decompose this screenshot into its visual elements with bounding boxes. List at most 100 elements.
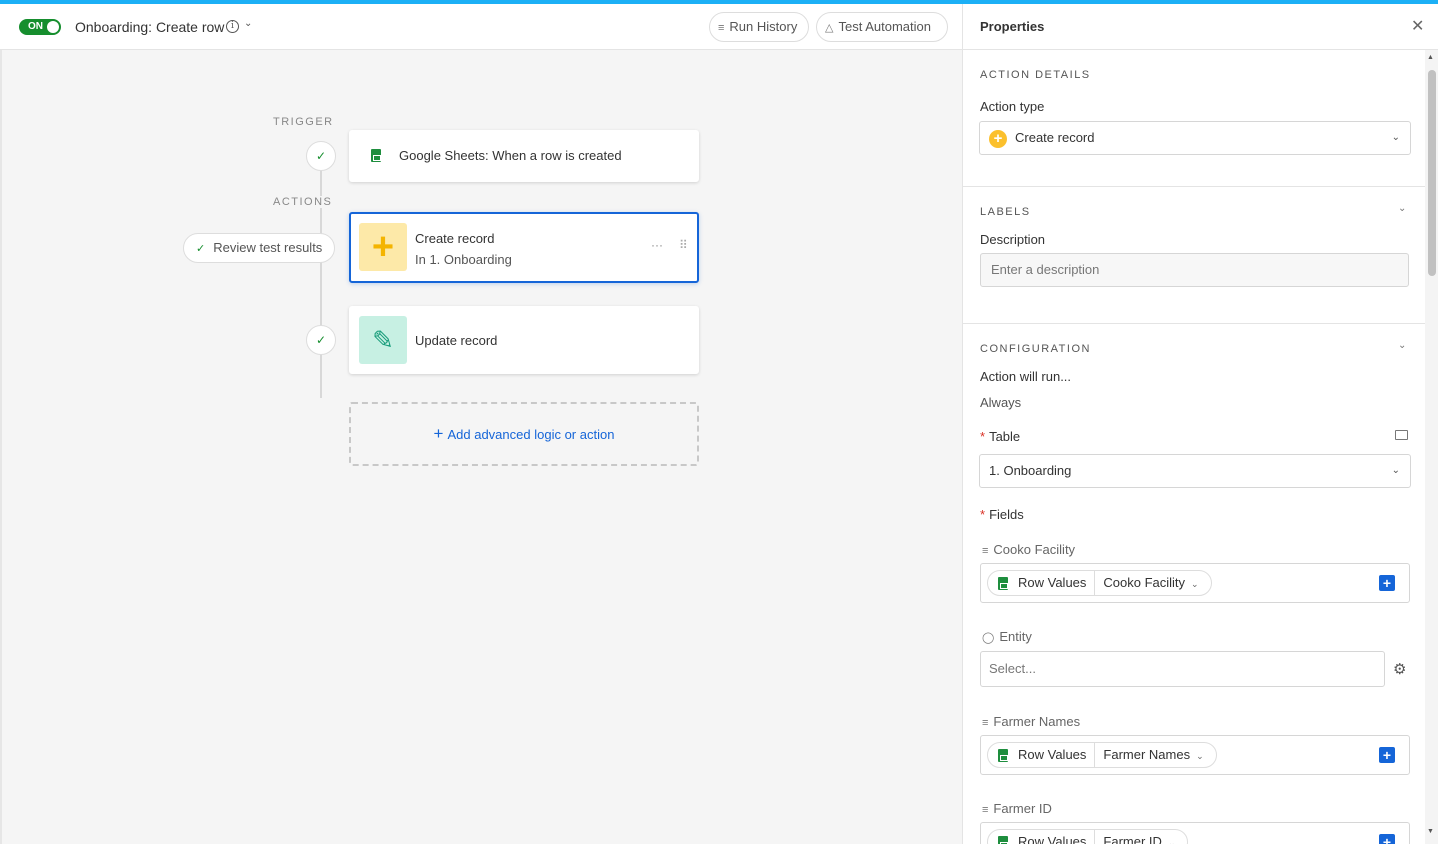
open-table-icon[interactable] <box>1395 430 1408 440</box>
scroll-down-arrow-icon[interactable]: ▼ <box>1427 828 1434 835</box>
google-sheets-icon <box>998 836 1008 844</box>
update-record-tile: ✎ <box>359 316 407 364</box>
table-label-text: Table <box>989 429 1021 444</box>
panel-title: Properties <box>980 19 1045 34</box>
divider <box>963 186 1425 187</box>
add-data-button[interactable]: + <box>1379 834 1395 844</box>
scroll-up-arrow-icon[interactable]: ▲ <box>1427 54 1434 61</box>
google-sheets-icon <box>998 749 1008 763</box>
field-label-farmer-id: ≡ Farmer ID <box>982 801 1052 816</box>
chevron-down-icon[interactable]: ⌄ <box>244 18 252 29</box>
field-label-farmer-names: ≡ Farmer Names <box>982 714 1080 729</box>
field-input-cooko-facility[interactable]: Row Values Cooko Facility ⌄ + <box>980 563 1410 603</box>
configuration-section-title: CONFIGURATION <box>980 343 1091 355</box>
divider <box>963 323 1425 324</box>
add-logic-label: Add advanced logic or action <box>447 427 615 442</box>
trigger-card[interactable]: Google Sheets: When a row is created <box>349 130 699 182</box>
google-sheets-icon <box>998 577 1008 591</box>
trigger-section-label: TRIGGER <box>273 116 334 128</box>
toggle-knob <box>47 21 59 33</box>
properties-panel: Properties ✕ ▲ ▼ ACTION DETAILS Action t… <box>962 4 1438 844</box>
pill-column: Farmer ID <box>1103 834 1162 844</box>
trigger-card-title: Google Sheets: When a row is created <box>399 148 622 163</box>
description-input[interactable]: Enter a description <box>980 253 1409 287</box>
test-automation-button[interactable]: △ Test Automation <box>816 12 948 42</box>
action-details-section-title: ACTION DETAILS <box>980 69 1091 81</box>
pill-column: Cooko Facility <box>1103 575 1186 590</box>
entity-select[interactable]: Select... <box>980 651 1385 687</box>
table-label: * Table <box>980 429 1021 444</box>
data-pill[interactable]: Row Values Farmer ID ⌄ <box>987 829 1189 844</box>
list-icon: ≡ <box>718 22 725 34</box>
automation-on-toggle[interactable]: ON <box>19 19 61 35</box>
automation-title[interactable]: Onboarding: Create row <box>75 19 224 35</box>
field-input-farmer-id[interactable]: Row Values Farmer ID ⌄ + <box>980 822 1410 844</box>
automation-header: ON Onboarding: Create row i ⌄ ≡ Run Histo… <box>0 4 962 50</box>
more-options-icon[interactable]: ··· <box>651 238 663 252</box>
review-test-results-button[interactable]: ✓ Review test results <box>183 233 335 263</box>
run-history-label: Run History <box>729 19 798 34</box>
actions-section-label: ACTIONS <box>271 196 335 208</box>
plus-circle-icon: + <box>989 129 1007 148</box>
add-logic-or-action-button[interactable]: + Add advanced logic or action <box>349 402 699 466</box>
create-record-title: Create record <box>415 231 495 246</box>
action-run-label: Action will run... <box>980 369 1072 384</box>
flask-icon: △ <box>825 22 834 34</box>
scroll-thumb[interactable] <box>1428 70 1436 276</box>
create-record-tile: + <box>359 223 407 271</box>
table-value: 1. Onboarding <box>989 463 1072 478</box>
chevron-down-icon: ⌄ <box>1196 751 1204 761</box>
pill-source: Row Values <box>1018 575 1087 590</box>
description-label: Description <box>980 232 1046 247</box>
text-field-icon: ≡ <box>982 545 989 557</box>
google-sheets-icon <box>371 149 381 162</box>
field-label-cooko-facility: ≡ Cooko Facility <box>982 542 1075 557</box>
update-record-title: Update record <box>415 333 498 348</box>
drag-handle-icon[interactable]: ⠿ <box>679 238 688 252</box>
fields-label: * Fields <box>980 507 1024 522</box>
fields-label-text: Fields <box>989 507 1024 522</box>
gear-icon[interactable]: ⚙ <box>1393 660 1406 678</box>
pill-source: Row Values <box>1018 747 1087 762</box>
info-icon[interactable]: i <box>226 20 239 33</box>
table-select[interactable]: 1. Onboarding ⌄ <box>979 454 1411 488</box>
chevron-down-icon: ⌄ <box>1391 132 1400 143</box>
review-test-results-label: Review test results <box>213 240 323 255</box>
field-name: Entity <box>999 629 1032 644</box>
add-data-button[interactable]: + <box>1379 575 1395 591</box>
pill-source: Row Values <box>1018 834 1087 844</box>
pill-column: Farmer Names <box>1103 747 1191 762</box>
chevron-down-icon[interactable]: ⌄ <box>1398 203 1406 214</box>
check-icon: ✓ <box>196 243 206 255</box>
labels-section-title: LABELS <box>980 206 1031 218</box>
add-data-button[interactable]: + <box>1379 747 1395 763</box>
update-success-check-icon: ✓ <box>306 325 336 355</box>
action-type-label: Action type <box>980 99 1045 114</box>
field-name: Farmer ID <box>993 801 1052 816</box>
run-history-button[interactable]: ≡ Run History <box>709 12 809 42</box>
chevron-down-icon[interactable]: ⌄ <box>1398 340 1406 351</box>
pencil-icon: ✎ <box>372 325 394 355</box>
chevron-down-icon: ⌄ <box>1191 579 1199 589</box>
data-pill[interactable]: Row Values Cooko Facility ⌄ <box>987 570 1212 596</box>
field-label-entity: ◯ Entity <box>982 629 1032 644</box>
workflow-canvas[interactable]: TRIGGER ✓ Google Sheets: When a row is c… <box>0 50 962 844</box>
text-field-icon: ≡ <box>982 717 989 729</box>
action-type-select[interactable]: + Create record ⌄ <box>979 121 1411 155</box>
chevron-down-icon: ⌄ <box>1167 838 1176 844</box>
create-record-subtitle: In 1. Onboarding <box>415 252 512 267</box>
plus-icon: + <box>433 424 444 443</box>
toggle-label: ON <box>28 21 43 32</box>
close-icon[interactable]: ✕ <box>1411 16 1424 36</box>
action-type-value: Create record <box>1015 130 1095 145</box>
field-name: Cooko Facility <box>993 542 1076 557</box>
test-automation-label: Test Automation <box>838 19 931 34</box>
circle-check-icon: ◯ <box>982 632 995 644</box>
update-record-card[interactable]: ✎ Update record <box>349 306 699 374</box>
data-pill[interactable]: Row Values Farmer Names ⌄ <box>987 742 1217 768</box>
trigger-success-check-icon: ✓ <box>306 141 336 171</box>
field-name: Farmer Names <box>993 714 1081 729</box>
chevron-down-icon: ⌄ <box>1391 465 1400 476</box>
field-input-farmer-names[interactable]: Row Values Farmer Names ⌄ + <box>980 735 1410 775</box>
create-record-card[interactable]: + Create record In 1. Onboarding ··· ⠿ <box>349 212 699 283</box>
